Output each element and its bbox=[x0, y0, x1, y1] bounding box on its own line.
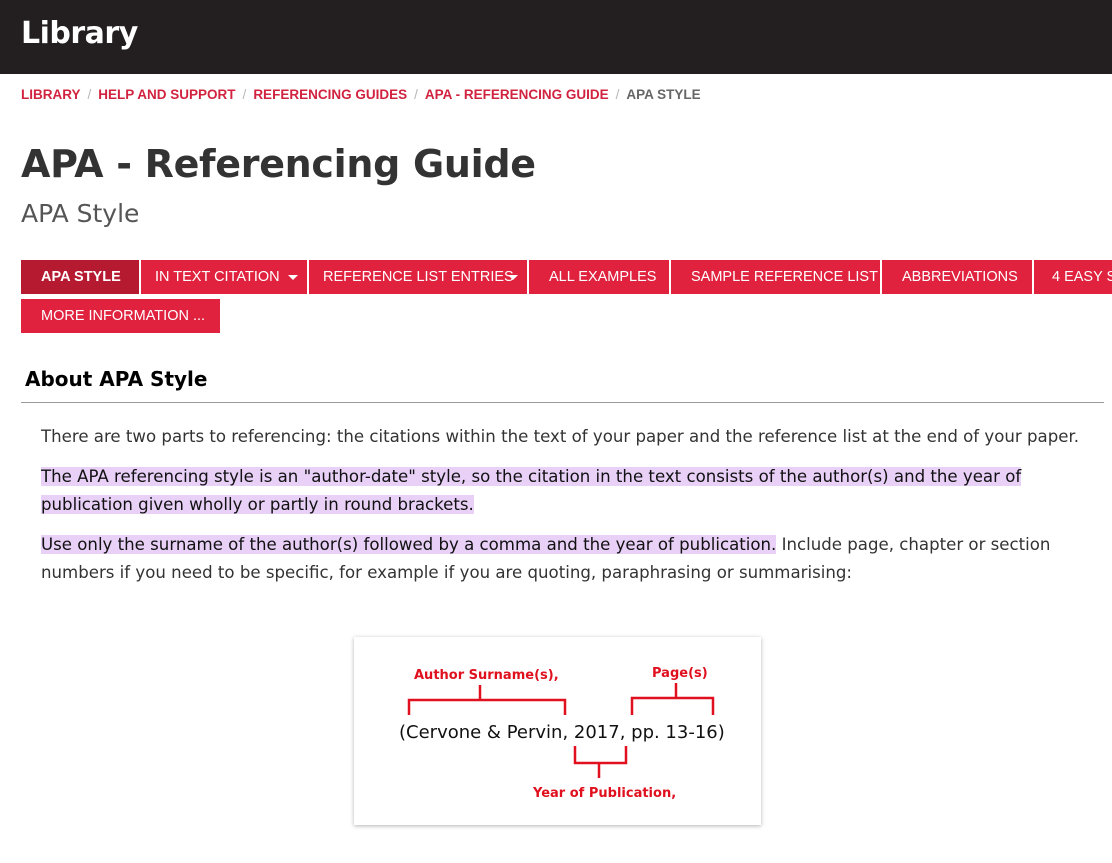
breadcrumb-referencing-guides[interactable]: REFERENCING GUIDES bbox=[253, 87, 407, 102]
site-header: Library bbox=[0, 0, 1112, 74]
tab-4-easy-steps[interactable]: 4 EASY STEPS bbox=[1034, 260, 1112, 294]
section-title: About APA Style bbox=[25, 367, 208, 391]
section-content: There are two parts to referencing: the … bbox=[41, 423, 1091, 599]
tab-sample-reference-list[interactable]: SAMPLE REFERENCE LIST bbox=[671, 260, 880, 294]
breadcrumb-separator: / bbox=[414, 87, 418, 102]
breadcrumb: LIBRARY / HELP AND SUPPORT / REFERENCING GUI… bbox=[21, 86, 701, 104]
tab-label: ALL EXAMPLES bbox=[549, 269, 657, 285]
year-label: Year of Publication, bbox=[532, 786, 676, 801]
paragraph-two-parts: There are two parts to referencing: the … bbox=[41, 427, 1080, 446]
author-bracket bbox=[407, 698, 567, 715]
citation-diagram: Author Surname(s), Page(s) Year of Publi… bbox=[354, 637, 761, 825]
tab-label: ABBREVIATIONS bbox=[902, 269, 1018, 285]
tab-label: MORE INFORMATION ... bbox=[41, 308, 206, 324]
site-brand[interactable]: Library bbox=[21, 14, 138, 54]
citation-diagram-graphic: Author Surname(s), Page(s) Year of Publi… bbox=[399, 666, 725, 801]
tab-label: SAMPLE REFERENCE LIST bbox=[691, 269, 878, 285]
page-title: APA - Referencing Guide bbox=[21, 142, 536, 186]
paragraph-surname-usage: Use only the surname of the author(s) fo… bbox=[41, 531, 1091, 587]
tab-apa-style[interactable]: APA STYLE bbox=[21, 260, 139, 294]
highlighted-text: Use only the surname of the author(s) fo… bbox=[41, 535, 777, 554]
highlighted-text: The APA referencing style is an "author-… bbox=[41, 467, 1022, 514]
tab-label: APA STYLE bbox=[41, 269, 121, 285]
breadcrumb-apa-referencing-guide[interactable]: APA - REFERENCING GUIDE bbox=[425, 87, 609, 102]
breadcrumb-separator: / bbox=[87, 87, 92, 102]
breadcrumb-separator: / bbox=[242, 87, 247, 102]
tab-in-text-citation[interactable]: IN TEXT CITATION bbox=[141, 260, 307, 294]
tab-label: IN TEXT CITATION bbox=[155, 269, 280, 285]
breadcrumb-separator: / bbox=[615, 87, 620, 102]
breadcrumb-current-apa-style: APA STYLE bbox=[626, 87, 701, 102]
caret-down-icon bbox=[288, 275, 298, 280]
section-divider bbox=[21, 402, 1104, 403]
author-label: Author Surname(s), bbox=[414, 668, 559, 683]
tab-more-information[interactable]: MORE INFORMATION ... bbox=[21, 299, 220, 333]
tab-label: 4 EASY STEPS bbox=[1052, 269, 1112, 285]
tab-abbreviations[interactable]: ABBREVIATIONS bbox=[882, 260, 1032, 294]
tab-label: REFERENCE LIST ENTRIES bbox=[323, 269, 514, 285]
breadcrumb-help-and-support[interactable]: HELP AND SUPPORT bbox=[98, 87, 235, 102]
pages-label: Page(s) bbox=[652, 666, 708, 681]
citation-example: (Cervone & Pervin, 2017, pp. 13-16) bbox=[399, 722, 725, 743]
year-bracket bbox=[573, 746, 628, 765]
tab-reference-list-entries[interactable]: REFERENCE LIST ENTRIES bbox=[309, 260, 527, 294]
caret-down-icon bbox=[508, 275, 518, 280]
guide-tabs: APA STYLE IN TEXT CITATION REFERENCE LIS… bbox=[21, 260, 1112, 340]
paragraph-author-date: The APA referencing style is an "author-… bbox=[41, 463, 1091, 519]
pages-bracket bbox=[630, 696, 715, 715]
page-subtitle: APA Style bbox=[21, 199, 140, 228]
tab-all-examples[interactable]: ALL EXAMPLES bbox=[529, 260, 669, 294]
breadcrumb-library[interactable]: LIBRARY bbox=[21, 87, 81, 102]
